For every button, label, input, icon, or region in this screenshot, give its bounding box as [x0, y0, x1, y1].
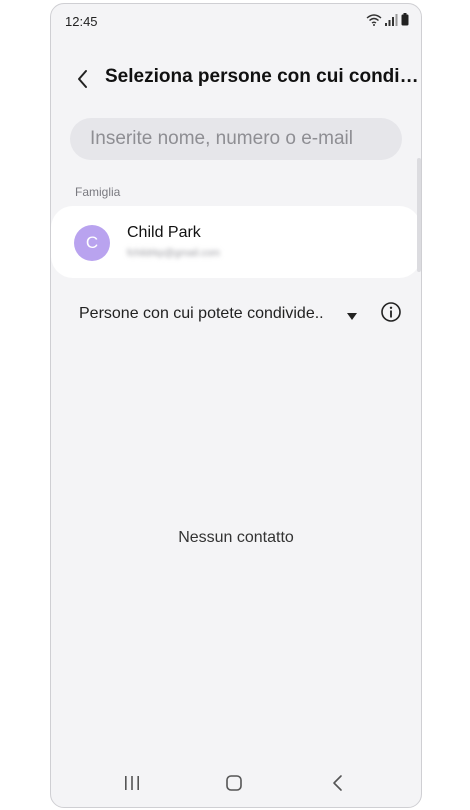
section-label-famiglia: Famiglia	[75, 185, 121, 199]
filter-dropdown[interactable]: Persone con cui potete condivide..	[79, 300, 324, 328]
recent-apps-icon[interactable]	[119, 771, 145, 795]
filter-label: Persone con cui potete condivide..	[79, 305, 324, 322]
signal-icon	[385, 13, 398, 31]
battery-icon	[401, 13, 409, 31]
status-bar: 12:45	[51, 4, 421, 38]
contact-item-child-park[interactable]: C Child Park fchildrkp@gmail.com	[51, 206, 421, 278]
wifi-calling-icon	[366, 13, 382, 31]
status-time: 12:45	[65, 14, 98, 29]
home-icon[interactable]	[221, 771, 247, 795]
phone-screen: 12:45 Seleziona persone con cui condi… I…	[50, 3, 422, 808]
chevron-left-icon	[78, 70, 87, 88]
navigation-bar	[51, 759, 421, 807]
back-icon[interactable]	[325, 771, 351, 795]
back-button[interactable]	[71, 66, 97, 92]
empty-state-message: Nessun contatto	[178, 529, 294, 546]
avatar: C	[74, 225, 110, 261]
status-icons	[366, 13, 409, 31]
info-icon[interactable]	[379, 300, 403, 324]
page-title: Seleziona persone con cui condi…	[105, 66, 419, 87]
scrollbar[interactable]	[417, 158, 421, 272]
search-input[interactable]	[70, 118, 402, 160]
header: Seleziona persone con cui condi…	[51, 60, 421, 100]
contact-name: Child Park	[127, 224, 201, 241]
contact-email: fchildrkp@gmail.com	[127, 248, 220, 259]
triangle-down-icon[interactable]	[347, 308, 357, 326]
